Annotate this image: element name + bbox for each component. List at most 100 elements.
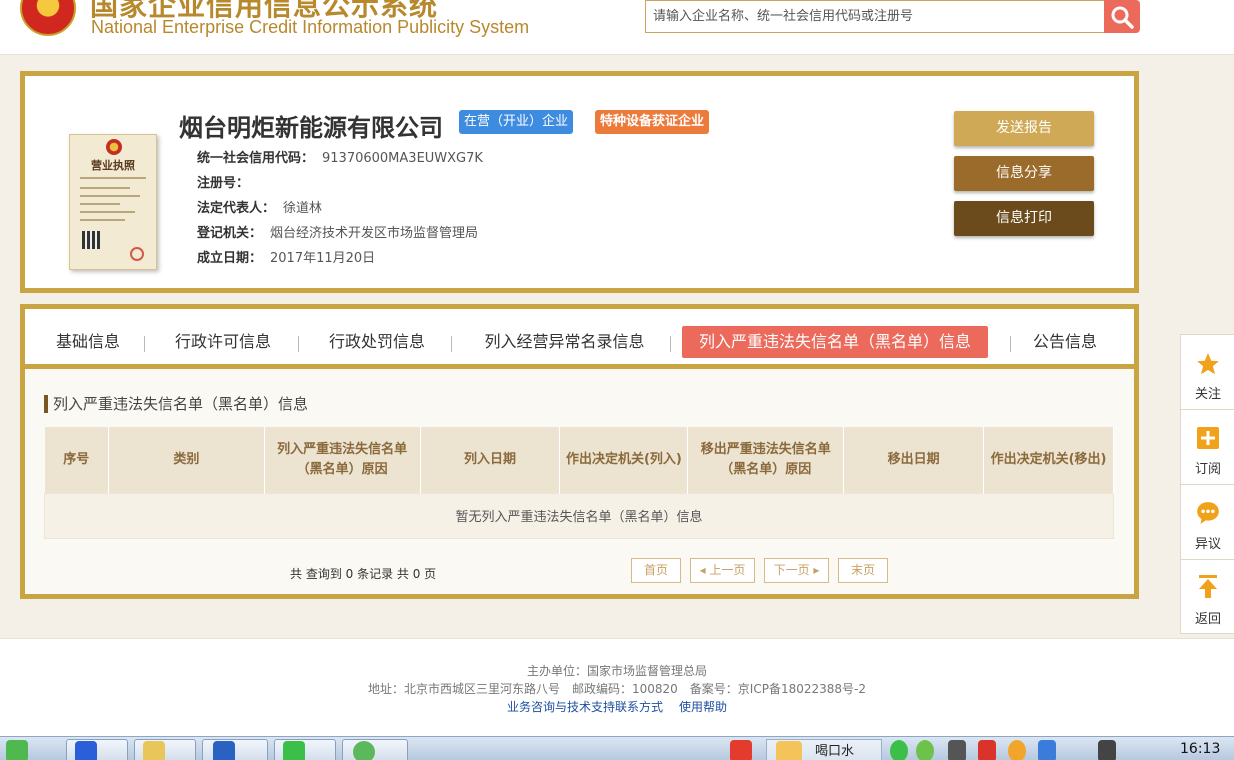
chevron-left-icon: ◂: [699, 563, 710, 577]
special-equipment-badge: 特种设备获证企业: [595, 110, 710, 134]
search-input[interactable]: [645, 0, 1107, 33]
pager-summary: 共 查询到 0 条记录 共 0 页: [290, 567, 437, 581]
tray-icon[interactable]: [1008, 740, 1026, 760]
app-icon[interactable]: [6, 740, 28, 760]
license-line: [80, 177, 146, 179]
field-label: 注册号：: [197, 176, 250, 191]
prev-page-button[interactable]: ◂ 上一页: [690, 558, 755, 583]
status-badge: 在营（开业）企业: [459, 110, 574, 134]
word-icon: [213, 741, 235, 760]
taskbar-app[interactable]: [66, 739, 128, 760]
floating-sidebar: 关注 订阅 异议 返回: [1180, 334, 1234, 634]
chat-icon: [1197, 502, 1219, 524]
footer: 主办单位：国家市场监督管理总局 地址：北京市西城区三里河东路八号 邮政编码：10…: [0, 638, 1234, 736]
browser-icon: [353, 741, 375, 760]
license-line: [80, 187, 130, 189]
volume-icon[interactable]: [1098, 740, 1116, 760]
taskbar-app[interactable]: [342, 739, 408, 760]
help-link[interactable]: 使用帮助: [679, 700, 727, 714]
field-value: 烟台经济技术开发区市场监督管理局: [270, 226, 479, 241]
empty-state-text: 暂无列入严重违法失信名单（黑名单）信息: [44, 492, 1114, 539]
tab-administrative-license[interactable]: 行政许可信息: [168, 326, 278, 358]
ai-app-icon: [75, 741, 97, 760]
license-line: [80, 211, 135, 213]
field-value: 91370600MA3EUWXG7K: [322, 151, 483, 166]
footer-address: 地址：北京市西城区三里河东路八号 邮政编码：100820 备案号：京ICP备18…: [367, 682, 866, 696]
print-info-button[interactable]: 信息打印: [954, 201, 1094, 236]
column-header: 移出严重违法失信名单（黑名单）原因: [687, 427, 845, 493]
field-value: 徐道林: [283, 201, 323, 216]
company-name: 烟台明炬新能源有限公司: [179, 114, 443, 142]
column-header: 列入日期: [420, 427, 561, 493]
tab-divider: [451, 336, 452, 352]
tray-icon[interactable]: [948, 740, 966, 760]
search-button[interactable]: [1104, 0, 1140, 33]
next-page-label: 下一页: [773, 563, 810, 577]
prev-page-label: 上一页: [709, 563, 746, 577]
tab-divider: [1010, 336, 1011, 352]
up-arrow-icon: [1199, 575, 1217, 598]
sidebar-item-objection[interactable]: 异议: [1181, 485, 1234, 560]
tab-announcements[interactable]: 公告信息: [1025, 326, 1105, 358]
site-title-en[interactable]: National Enterprise Credit Information P…: [91, 17, 529, 38]
field-value: 2017年11月20日: [270, 251, 376, 266]
sidebar-item-label: 关注: [1194, 387, 1221, 402]
sidebar-item-follow[interactable]: 关注: [1181, 335, 1234, 410]
tab-abnormal-operation[interactable]: 列入经营异常名录信息: [477, 326, 652, 358]
column-header: 移出日期: [843, 427, 985, 493]
column-header: 列入严重违法失信名单（黑名单）原因: [264, 427, 421, 493]
send-report-button[interactable]: 发送报告: [954, 111, 1094, 146]
license-title: 营业执照: [91, 159, 135, 172]
search-bar: [645, 0, 1140, 33]
sidebar-item-label: 订阅: [1194, 462, 1221, 477]
license-line: [80, 195, 140, 197]
field-label: 法定代表人：: [197, 201, 276, 216]
taskbar-clock[interactable]: 16:13: [1180, 741, 1220, 757]
footer-links: 业务咨询与技术支持联系方式 使用帮助: [0, 698, 1234, 715]
taskbar-app[interactable]: [134, 739, 196, 760]
column-header: 作出决定机关(列入): [559, 427, 689, 493]
chevron-right-icon: ▸: [809, 563, 820, 577]
field-establishment-date: 成立日期： 2017年11月20日: [197, 247, 375, 266]
taskbar-app[interactable]: [202, 739, 268, 760]
plus-icon: [1197, 427, 1219, 449]
site-header: 国家企业信用信息公示系统 National Enterprise Credit …: [0, 0, 1234, 55]
seal-icon: [130, 247, 144, 261]
tray-icon[interactable]: [916, 740, 934, 760]
taskbar: 喝口水 16:13: [0, 736, 1234, 760]
sidebar-item-label: 异议: [1194, 537, 1221, 552]
table-header-row: 序号 类别 列入严重违法失信名单（黑名单）原因 列入日期 作出决定机关(列入) …: [44, 427, 1114, 493]
search-icon: [1111, 6, 1134, 29]
tab-blacklist[interactable]: 列入严重违法失信名单（黑名单）信息: [682, 326, 988, 358]
license-line: [80, 203, 120, 205]
field-registration-number: 注册号：: [197, 172, 257, 191]
sogou-icon[interactable]: [730, 740, 752, 760]
sidebar-item-label: 返回: [1194, 612, 1221, 627]
tray-wechat-icon[interactable]: [890, 740, 908, 760]
sidebar-item-subscribe[interactable]: 订阅: [1181, 410, 1234, 485]
tab-divider: [670, 336, 671, 352]
field-registration-authority: 登记机关： 烟台经济技术开发区市场监督管理局: [197, 222, 478, 241]
share-info-button[interactable]: 信息分享: [954, 156, 1094, 191]
tab-administrative-penalty[interactable]: 行政处罚信息: [322, 326, 432, 358]
last-page-button[interactable]: 末页: [838, 558, 888, 583]
field-credit-code: 统一社会信用代码： 91370600MA3EUWXG7K: [197, 147, 483, 166]
first-page-button[interactable]: 首页: [631, 558, 681, 583]
business-license-image[interactable]: 营业执照: [69, 134, 157, 270]
tab-basic-info[interactable]: 基础信息: [43, 326, 133, 358]
qr-code-icon: [82, 231, 100, 249]
tray-icon[interactable]: [1038, 740, 1056, 760]
tab-bar: 基础信息 行政许可信息 行政处罚信息 列入经营异常名录信息 列入严重违法失信名单…: [25, 309, 1134, 369]
tray-icon[interactable]: [978, 740, 996, 760]
field-label: 登记机关：: [197, 226, 263, 241]
taskbar-app[interactable]: [274, 739, 336, 760]
folder-icon: [143, 741, 165, 760]
sidebar-item-back[interactable]: 返回: [1181, 560, 1234, 635]
table-row: 暂无列入严重违法失信名单（黑名单）信息: [44, 492, 1114, 539]
column-header: 类别: [108, 427, 265, 493]
field-label: 统一社会信用代码：: [197, 151, 315, 166]
field-legal-representative: 法定代表人： 徐道林: [197, 197, 322, 216]
column-header: 作出决定机关(移出): [983, 427, 1114, 493]
support-contact-link[interactable]: 业务咨询与技术支持联系方式: [507, 700, 663, 714]
next-page-button[interactable]: 下一页 ▸: [764, 558, 829, 583]
